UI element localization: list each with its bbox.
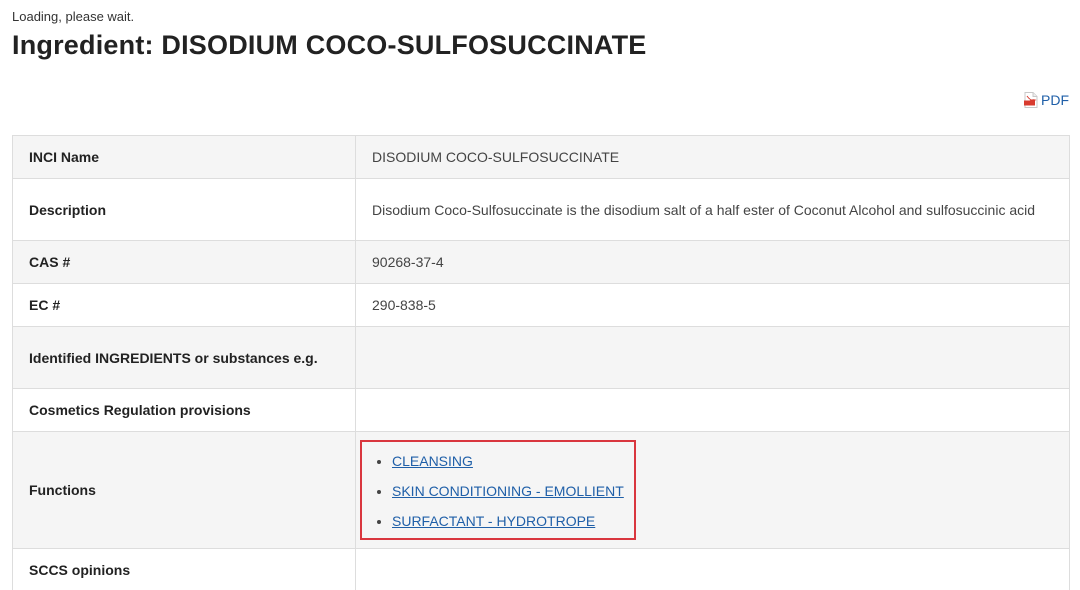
table-row: Description Disodium Coco-Sulfosuccinate…	[12, 178, 1070, 241]
row-label-sccs-opinions: SCCS opinions	[12, 548, 356, 590]
row-value-identified-ingredients	[355, 326, 1070, 389]
table-row: SCCS opinions	[12, 548, 1070, 590]
table-row: EC # 290-838-5	[12, 283, 1070, 327]
row-value-inci-name: DISODIUM COCO-SULFOSUCCINATE	[355, 135, 1070, 179]
list-item: SKIN CONDITIONING - EMOLLIENT	[392, 476, 624, 506]
table-row: Identified INGREDIENTS or substances e.g…	[12, 326, 1070, 389]
table-row: INCI Name DISODIUM COCO-SULFOSUCCINATE	[12, 135, 1070, 179]
row-label-functions: Functions	[12, 431, 356, 549]
pdf-download-link[interactable]: PDF	[1024, 92, 1069, 108]
row-value-description: Disodium Coco-Sulfosuccinate is the diso…	[355, 178, 1070, 241]
pdf-file-icon	[1024, 92, 1038, 108]
loading-message: Loading, please wait.	[12, 9, 135, 24]
row-value-sccs-opinions	[355, 548, 1070, 590]
page-title: Ingredient: DISODIUM COCO-SULFOSUCCINATE	[12, 30, 647, 60]
row-value-cas: 90268-37-4	[355, 240, 1070, 284]
ingredient-details-table: INCI Name DISODIUM COCO-SULFOSUCCINATE D…	[12, 135, 1070, 590]
row-value-functions: CLEANSING SKIN CONDITIONING - EMOLLIENT …	[355, 431, 1070, 549]
row-label-ec: EC #	[12, 283, 356, 327]
table-row: Cosmetics Regulation provisions	[12, 388, 1070, 432]
row-label-identified-ingredients: Identified INGREDIENTS or substances e.g…	[12, 326, 356, 389]
ingredient-page: Loading, please wait. Ingredient: DISODI…	[0, 0, 1080, 590]
table-row: Functions CLEANSING SKIN CONDITIONING - …	[12, 431, 1070, 549]
row-label-cas: CAS #	[12, 240, 356, 284]
list-item: CLEANSING	[392, 446, 624, 476]
functions-list: CLEANSING SKIN CONDITIONING - EMOLLIENT …	[372, 446, 624, 536]
row-label-cosmetics-regulation: Cosmetics Regulation provisions	[12, 388, 356, 432]
table-row: CAS # 90268-37-4	[12, 240, 1070, 284]
row-value-ec: 290-838-5	[355, 283, 1070, 327]
row-value-cosmetics-regulation	[355, 388, 1070, 432]
function-link-skin-conditioning-emollient[interactable]: SKIN CONDITIONING - EMOLLIENT	[392, 483, 624, 499]
function-link-cleansing[interactable]: CLEANSING	[392, 453, 473, 469]
row-label-inci-name: INCI Name	[12, 135, 356, 179]
functions-highlight-box: CLEANSING SKIN CONDITIONING - EMOLLIENT …	[360, 440, 636, 540]
function-link-surfactant-hydrotrope[interactable]: SURFACTANT - HYDROTROPE	[392, 513, 595, 529]
row-label-description: Description	[12, 178, 356, 241]
list-item: SURFACTANT - HYDROTROPE	[392, 506, 624, 536]
pdf-link-label: PDF	[1041, 92, 1069, 108]
